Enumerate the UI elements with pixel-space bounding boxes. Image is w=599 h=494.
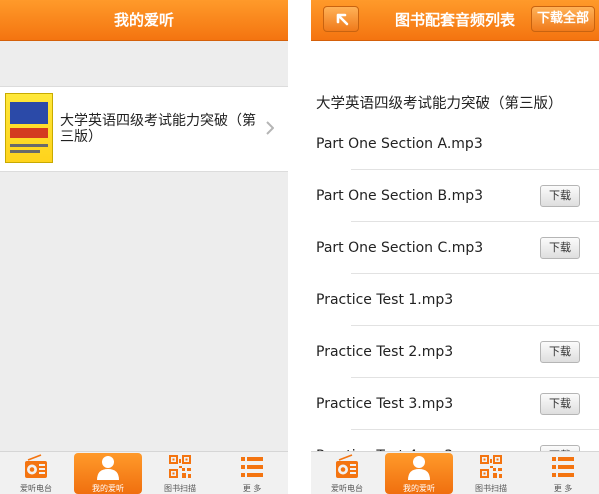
page-title: 我的爱听: [113, 11, 174, 29]
list-menu-icon: [551, 454, 575, 480]
tab-item[interactable]: 我的爱听: [383, 452, 455, 494]
track-name: Part One Section B.mp3: [316, 188, 483, 204]
qr-code-icon: [479, 454, 503, 480]
download-button[interactable]: 下载: [540, 185, 580, 207]
download-all-button[interactable]: 下载全部: [530, 6, 595, 32]
back-arrow-icon: [336, 13, 349, 26]
tab-label: 图书扫描: [475, 484, 507, 493]
book-cover-image: [5, 93, 53, 163]
track-item[interactable]: Practice Test 3.mp3 下载: [311, 378, 599, 430]
tab-label: 我的爱听: [92, 484, 124, 493]
radio-icon: [24, 454, 48, 480]
tab-item[interactable]: 图书扫描: [455, 452, 527, 494]
list-menu-icon: [240, 454, 264, 480]
nav-bar: 图书配套音频列表 下载全部: [311, 0, 599, 41]
track-name: Part One Section A.mp3: [316, 136, 483, 152]
tab-label: 更 多: [553, 484, 573, 493]
tab-item[interactable]: 更 多: [216, 452, 288, 494]
track-item[interactable]: Part One Section A.mp3: [311, 118, 599, 170]
chevron-right-icon: [266, 121, 274, 135]
tab-item[interactable]: 爱听电台: [311, 452, 383, 494]
tab-label: 我的爱听: [403, 484, 435, 493]
book-list-item[interactable]: 大学英语四级考试能力突破（第三版）: [0, 86, 288, 172]
my-listen-screen: 我的爱听 大学英语四级考试能力突破（第三版） 爱听电台 我的爱听 图书扫描更 多: [0, 0, 288, 494]
list-title: 大学英语四级考试能力突破（第三版）: [316, 96, 563, 112]
track-name: Practice Test 2.mp3: [316, 344, 454, 360]
track-item[interactable]: Practice Test 2.mp3 下载: [311, 326, 599, 378]
track-name: Practice Test 3.mp3: [316, 396, 454, 412]
nav-bar: 我的爱听: [0, 0, 288, 41]
tab-label: 图书扫描: [164, 484, 196, 493]
track-item[interactable]: Part One Section B.mp3 下载: [311, 170, 599, 222]
tab-label: 爱听电台: [20, 484, 52, 493]
qr-code-icon: [168, 454, 192, 480]
tab-label: 爱听电台: [331, 484, 363, 493]
download-button[interactable]: 下载: [540, 393, 580, 415]
tab-bar: 爱听电台 我的爱听 图书扫描 更 多: [311, 451, 599, 494]
tab-item[interactable]: 图书扫描: [144, 452, 216, 494]
tab-item[interactable]: 爱听电台: [0, 452, 72, 494]
back-button[interactable]: [323, 6, 359, 32]
user-icon: [96, 454, 120, 480]
tab-bar: 爱听电台 我的爱听 图书扫描 更 多: [0, 451, 288, 494]
tab-item[interactable]: 更 多: [527, 452, 599, 494]
book-title: 大学英语四级考试能力突破（第三版）: [60, 113, 256, 145]
audio-list-screen: 图书配套音频列表 下载全部 大学英语四级考试能力突破（第三版） Part One…: [311, 0, 599, 494]
page-title: 图书配套音频列表: [394, 11, 515, 29]
track-name: Practice Test 1.mp3: [316, 292, 454, 308]
tab-item[interactable]: 我的爱听: [72, 452, 144, 494]
tab-label: 更 多: [242, 484, 262, 493]
track-item[interactable]: Practice Test 1.mp3: [311, 274, 599, 326]
track-item[interactable]: Part One Section C.mp3 下载: [311, 222, 599, 274]
track-name: Part One Section C.mp3: [316, 240, 484, 256]
radio-icon: [335, 454, 359, 480]
download-button[interactable]: 下载: [540, 237, 580, 259]
download-button[interactable]: 下载: [540, 341, 580, 363]
user-icon: [407, 454, 431, 480]
